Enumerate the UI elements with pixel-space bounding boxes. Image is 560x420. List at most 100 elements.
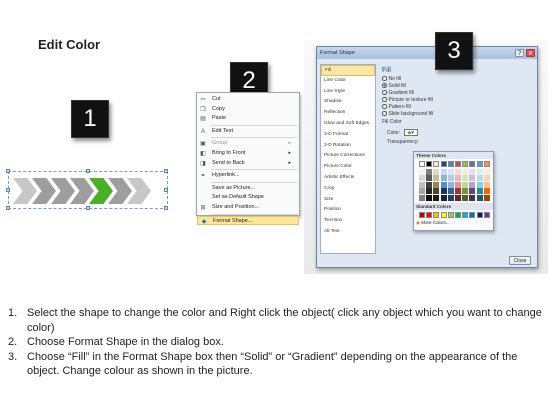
fill-option[interactable]: Gradient fill	[379, 90, 535, 97]
color-swatch[interactable]	[455, 169, 461, 175]
fill-option[interactable]: No fill	[379, 76, 535, 83]
help-button[interactable]: ?	[515, 49, 524, 57]
color-swatch[interactable]	[455, 188, 461, 195]
color-swatch[interactable]	[440, 212, 447, 218]
color-swatch[interactable]	[476, 181, 483, 188]
close-icon[interactable]: ✕	[526, 49, 535, 57]
color-swatch[interactable]	[433, 175, 440, 182]
color-swatch[interactable]	[469, 181, 476, 188]
color-swatch[interactable]	[419, 181, 425, 188]
more-colors-link[interactable]: ◉ More Colors...	[416, 220, 449, 226]
menu-item-cut[interactable]: ✂ Cut	[197, 95, 299, 105]
color-swatch[interactable]	[426, 161, 433, 167]
category-item[interactable]: Picture Color	[321, 162, 375, 173]
color-swatch[interactable]	[476, 212, 483, 218]
color-swatch[interactable]	[455, 175, 461, 182]
color-swatch[interactable]	[483, 212, 490, 218]
color-swatch[interactable]	[469, 175, 476, 182]
color-swatch[interactable]	[433, 181, 440, 188]
color-swatch[interactable]	[433, 169, 440, 175]
menu-item-paste[interactable]: ▤ Paste	[197, 114, 299, 124]
color-swatch[interactable]	[469, 161, 476, 167]
category-item[interactable]: Reflection	[321, 108, 375, 119]
color-swatch[interactable]	[447, 181, 454, 188]
category-item[interactable]: Crop	[321, 184, 375, 195]
color-swatch[interactable]	[419, 212, 425, 218]
fill-option[interactable]: Slide background fill	[379, 111, 535, 118]
category-item[interactable]: Picture Corrections	[321, 151, 375, 162]
color-swatch[interactable]	[469, 194, 476, 201]
color-swatch[interactable]	[447, 175, 454, 182]
fill-option[interactable]: Solid fill	[379, 83, 535, 90]
category-item[interactable]: Text Box	[321, 216, 375, 227]
color-swatch[interactable]	[483, 181, 490, 188]
color-swatch[interactable]	[469, 212, 476, 218]
radio-button[interactable]	[382, 97, 387, 102]
menu-item-format-shape[interactable]: ◆ Format Shape...	[197, 215, 299, 226]
color-swatch[interactable]	[455, 212, 461, 218]
color-swatch[interactable]	[426, 188, 433, 195]
color-swatch[interactable]	[433, 194, 440, 201]
color-swatch[interactable]	[419, 194, 425, 201]
color-swatch[interactable]	[483, 161, 490, 167]
color-swatch[interactable]	[426, 175, 433, 182]
resize-handle[interactable]	[164, 188, 168, 192]
color-swatch[interactable]	[462, 175, 469, 182]
color-swatch[interactable]	[440, 188, 447, 195]
category-item[interactable]: Shadow	[321, 97, 375, 108]
color-swatch[interactable]	[476, 188, 483, 195]
color-swatch[interactable]	[469, 188, 476, 195]
menu-item-size-and-position[interactable]: ⊞ Size and Position...	[197, 203, 299, 213]
color-swatch[interactable]	[419, 175, 425, 182]
menu-item-hyperlink[interactable]: ⚭ Hyperlink...	[197, 171, 299, 181]
category-item[interactable]: Alt Text	[321, 227, 375, 238]
chevron-arrows-shape[interactable]	[6, 169, 168, 210]
radio-button[interactable]	[382, 76, 387, 81]
category-item[interactable]: 3-D Format	[321, 130, 375, 141]
color-swatch[interactable]	[419, 169, 425, 175]
menu-item-copy[interactable]: ❐ Copy	[197, 105, 299, 115]
resize-handle[interactable]	[164, 206, 168, 210]
color-swatch[interactable]	[447, 188, 454, 195]
color-swatch[interactable]	[455, 161, 461, 167]
category-item[interactable]: Fill	[321, 65, 375, 76]
fill-option[interactable]: Pattern fill	[379, 104, 535, 111]
menu-item-bring-to-front[interactable]: ◧ Bring to Front ▸	[197, 149, 299, 159]
fill-option[interactable]: Picture or texture fill	[379, 97, 535, 104]
color-swatch[interactable]	[433, 212, 440, 218]
color-swatch[interactable]	[462, 188, 469, 195]
resize-handle[interactable]	[6, 188, 10, 192]
resize-handle[interactable]	[86, 169, 90, 173]
color-swatch[interactable]	[462, 161, 469, 167]
color-swatch[interactable]	[462, 194, 469, 201]
category-item[interactable]: 3-D Rotation	[321, 141, 375, 152]
category-item[interactable]: Line Color	[321, 76, 375, 87]
color-swatch[interactable]	[440, 181, 447, 188]
color-swatch[interactable]	[476, 194, 483, 201]
radio-button[interactable]	[382, 83, 387, 88]
color-swatch[interactable]	[426, 212, 433, 218]
color-swatch[interactable]	[476, 175, 483, 182]
color-swatch[interactable]	[447, 212, 454, 218]
category-item[interactable]: Line Style	[321, 87, 375, 98]
color-swatch[interactable]	[433, 161, 440, 167]
menu-item-edit-text[interactable]: A Edit Text	[197, 127, 299, 137]
color-swatch[interactable]	[440, 194, 447, 201]
color-swatch[interactable]	[476, 169, 483, 175]
color-swatch[interactable]	[419, 161, 425, 167]
color-swatch[interactable]	[440, 169, 447, 175]
resize-handle[interactable]	[86, 206, 90, 210]
category-item[interactable]: Position	[321, 205, 375, 216]
color-swatch[interactable]	[433, 188, 440, 195]
category-item[interactable]: Artistic Effects	[321, 173, 375, 184]
color-swatch[interactable]	[483, 188, 490, 195]
close-button[interactable]: Close	[509, 256, 531, 265]
category-item[interactable]: Glow and Soft Edges	[321, 119, 375, 130]
color-swatch[interactable]	[440, 175, 447, 182]
color-swatch[interactable]	[483, 194, 490, 201]
color-swatch[interactable]	[483, 169, 490, 175]
color-swatch[interactable]	[426, 181, 433, 188]
color-swatch[interactable]	[426, 194, 433, 201]
color-swatch[interactable]	[440, 161, 447, 167]
menu-item-save-as-picture[interactable]: Save as Picture...	[197, 184, 299, 194]
